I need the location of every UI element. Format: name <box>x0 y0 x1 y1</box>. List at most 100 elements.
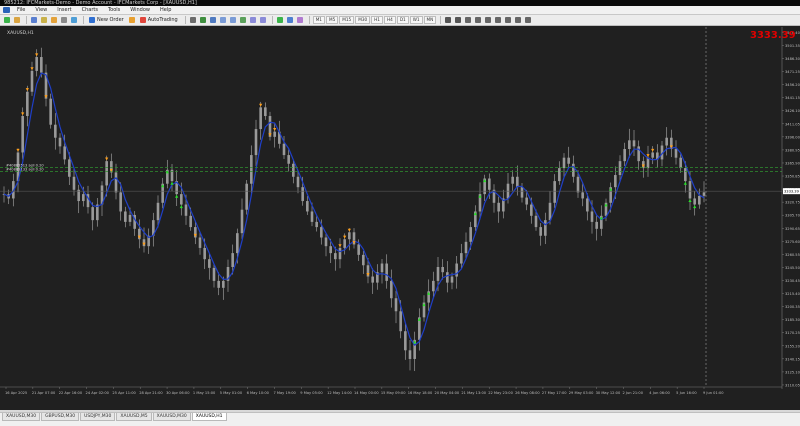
templates-button[interactable] <box>296 16 304 24</box>
timeframe-m15[interactable]: M15 <box>339 16 355 24</box>
text-tool-button[interactable] <box>514 16 522 24</box>
price-tick-label: 3200.35 <box>785 305 800 309</box>
menu-view[interactable]: View <box>30 6 52 14</box>
candle-body <box>198 237 202 248</box>
candle-body <box>124 211 127 222</box>
candle-body <box>301 187 304 202</box>
line-chart-button[interactable] <box>209 16 217 24</box>
time-tick-label: 4 Jun 06:00 <box>649 391 670 395</box>
tab-xauusd-m30[interactable]: XAUUSD,M30 <box>2 413 41 421</box>
horizontal-line-button[interactable] <box>474 16 482 24</box>
toolbar-separator <box>271 16 273 24</box>
new-chart-button[interactable] <box>3 16 11 24</box>
price-tick-label: 3380.95 <box>785 148 800 152</box>
chart-background <box>0 27 800 410</box>
price-tick-label: 3365.90 <box>785 161 800 165</box>
order-line-label: #40885133 sell 0.20 <box>6 167 44 171</box>
zoom-out-button[interactable] <box>229 16 237 24</box>
market-watch-icon <box>31 17 37 23</box>
new-order-button[interactable]: New Order <box>87 16 126 24</box>
candle-body <box>520 187 524 198</box>
time-tick-label: 30 Apr 06:00 <box>166 391 190 395</box>
menu-help[interactable]: Help <box>155 6 176 14</box>
candle-body <box>553 181 556 203</box>
timeframe-h1[interactable]: H1 <box>371 16 383 24</box>
channel-button[interactable] <box>494 16 502 24</box>
strategy-tester-icon <box>71 17 77 23</box>
candle-body <box>203 247 206 260</box>
timeframe-m30[interactable]: M30 <box>355 16 371 24</box>
auto-trading-icon <box>139 17 146 23</box>
bar-chart-button[interactable] <box>189 16 197 24</box>
time-tick-label: 5 May 01:00 <box>220 391 243 395</box>
candle-body <box>469 227 472 242</box>
timeframe-h4[interactable]: H4 <box>383 16 396 24</box>
chart-shift-button[interactable] <box>249 16 257 24</box>
candle-body <box>310 211 314 222</box>
indicators-button[interactable] <box>276 16 284 24</box>
fibonacci-button[interactable] <box>504 16 512 24</box>
navigator-button[interactable] <box>50 16 58 24</box>
timeframe-mn[interactable]: MN <box>423 16 437 24</box>
terminal-button[interactable] <box>60 16 68 24</box>
time-tick-label: 2 Jun 21:00 <box>622 391 643 395</box>
horizontal-line-icon <box>475 17 482 23</box>
candle-body <box>264 107 267 117</box>
time-tick-label: 27 May 17:00 <box>542 391 567 395</box>
price-tick-label: 3185.30 <box>785 318 800 322</box>
candle-body <box>222 280 225 288</box>
menu-window[interactable]: Window <box>125 6 155 14</box>
candle-body <box>562 157 566 169</box>
candle-body <box>614 175 617 188</box>
cursor-tool-button[interactable] <box>444 16 452 24</box>
candle-body <box>530 204 533 216</box>
candle-body <box>390 280 393 299</box>
data-window-button[interactable] <box>40 16 48 24</box>
candle-body <box>273 131 276 137</box>
main-toolbar: New Order AutoTrading M1 M5 M15 M30 H1 H… <box>0 15 800 26</box>
menu-charts[interactable]: Charts <box>77 6 103 14</box>
vertical-line-button[interactable] <box>464 16 472 24</box>
timeframe-d1[interactable]: D1 <box>396 16 409 24</box>
time-tick-label: 29 May 03:00 <box>569 391 594 395</box>
autoscroll-button[interactable] <box>259 16 267 24</box>
timeframe-w1[interactable]: W1 <box>409 16 423 24</box>
metaeditor-button[interactable] <box>128 16 136 24</box>
tab-gbpusd-m30[interactable]: GBPUSD,M30 <box>41 413 80 421</box>
candle-body <box>236 233 239 254</box>
market-watch-button[interactable] <box>30 16 38 24</box>
shapes-button[interactable] <box>524 16 532 24</box>
candle-body <box>348 232 351 240</box>
profiles-button[interactable] <box>13 16 21 24</box>
strategy-tester-button[interactable] <box>70 16 78 24</box>
tab-xauusd-h1[interactable]: XAUUSD,H1 <box>191 413 227 421</box>
candle-body <box>156 202 160 221</box>
trendline-button[interactable] <box>484 16 492 24</box>
candle-body <box>26 91 29 117</box>
menu-tools[interactable]: Tools <box>103 6 125 14</box>
zoom-in-button[interactable] <box>219 16 227 24</box>
fibonacci-icon <box>505 17 512 23</box>
time-tick-label: 14 May 00:00 <box>354 391 379 395</box>
candle-body <box>544 220 547 236</box>
menu-insert[interactable]: Insert <box>52 6 76 14</box>
candle-body <box>576 176 580 193</box>
periods-button[interactable] <box>286 16 294 24</box>
candle-body <box>693 198 696 205</box>
new-order-icon <box>89 17 95 23</box>
crosshair-tool-button[interactable] <box>454 16 462 24</box>
zoom-out-icon <box>229 17 236 23</box>
timeframe-m5[interactable]: M5 <box>325 16 339 24</box>
tab-xauusd-m30-2[interactable]: XAUUSD,M30 <box>152 413 191 421</box>
timeframe-m1[interactable]: M1 <box>312 16 325 24</box>
tab-usdjpy-m30[interactable]: USDJPY,M30 <box>80 413 116 421</box>
candlestick-button[interactable] <box>199 16 207 24</box>
menu-file[interactable]: File <box>12 6 30 14</box>
candle-body <box>208 259 211 268</box>
candle-body <box>343 239 346 248</box>
tile-windows-button[interactable] <box>239 16 247 24</box>
auto-trading-button[interactable]: AutoTrading <box>138 16 180 24</box>
autoscroll-icon <box>259 17 266 23</box>
tab-xauusd-m5[interactable]: XAUUSD,M5 <box>116 413 152 421</box>
price-chart[interactable]: XAUUSD,H1 #40885513 sell 0.20#40885133 s… <box>0 27 800 410</box>
